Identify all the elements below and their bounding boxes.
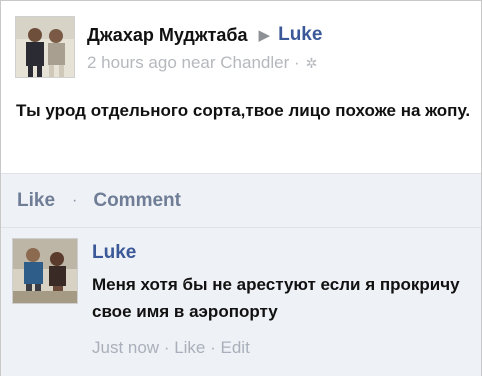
status-post: Джахар Муджтаба ▶ Luke 2 hours ago near … — [1, 1, 481, 173]
like-button[interactable]: Like — [17, 190, 55, 212]
post-author-link[interactable]: Джахар Муджтаба — [87, 25, 248, 46]
comment-timestamp[interactable]: Just now — [92, 338, 159, 357]
meta-separator: · — [159, 338, 175, 357]
post-actions: Like · Comment — [1, 173, 481, 228]
author-photo — [16, 17, 74, 77]
meta-separator: · — [205, 338, 221, 357]
comment-meta: Just now · Like · Edit — [92, 338, 250, 358]
gear-icon[interactable]: ✲ — [306, 55, 318, 72]
comment-like-link[interactable]: Like — [174, 338, 205, 357]
commenter-name-link[interactable]: Luke — [92, 242, 136, 264]
comment-text: Меня хотя бы не арестуют если я прокричу… — [92, 275, 460, 321]
post-meta: 2 hours ago near Chandler · ✲ — [87, 53, 317, 73]
comment-edit-link[interactable]: Edit — [221, 338, 250, 357]
author-avatar[interactable] — [15, 16, 75, 78]
post-text: Ты урод отдельного сорта,твое лицо похож… — [16, 101, 471, 120]
commenter-photo — [13, 239, 77, 303]
screenshot-frame: Джахар Муджтаба ▶ Luke 2 hours ago near … — [0, 0, 482, 376]
post-timestamp-location[interactable]: 2 hours ago near Chandler · — [87, 53, 300, 73]
commenter-avatar[interactable] — [12, 238, 78, 304]
triangle-right-icon: ▶ — [258, 27, 271, 44]
comment-button[interactable]: Comment — [93, 190, 181, 212]
comment-item: Luke Меня хотя бы не арестуют если я про… — [1, 227, 481, 376]
post-target-link[interactable]: Luke — [278, 24, 322, 46]
action-separator: · — [72, 192, 78, 209]
post-header: Джахар Муджтаба ▶ Luke — [87, 23, 322, 47]
